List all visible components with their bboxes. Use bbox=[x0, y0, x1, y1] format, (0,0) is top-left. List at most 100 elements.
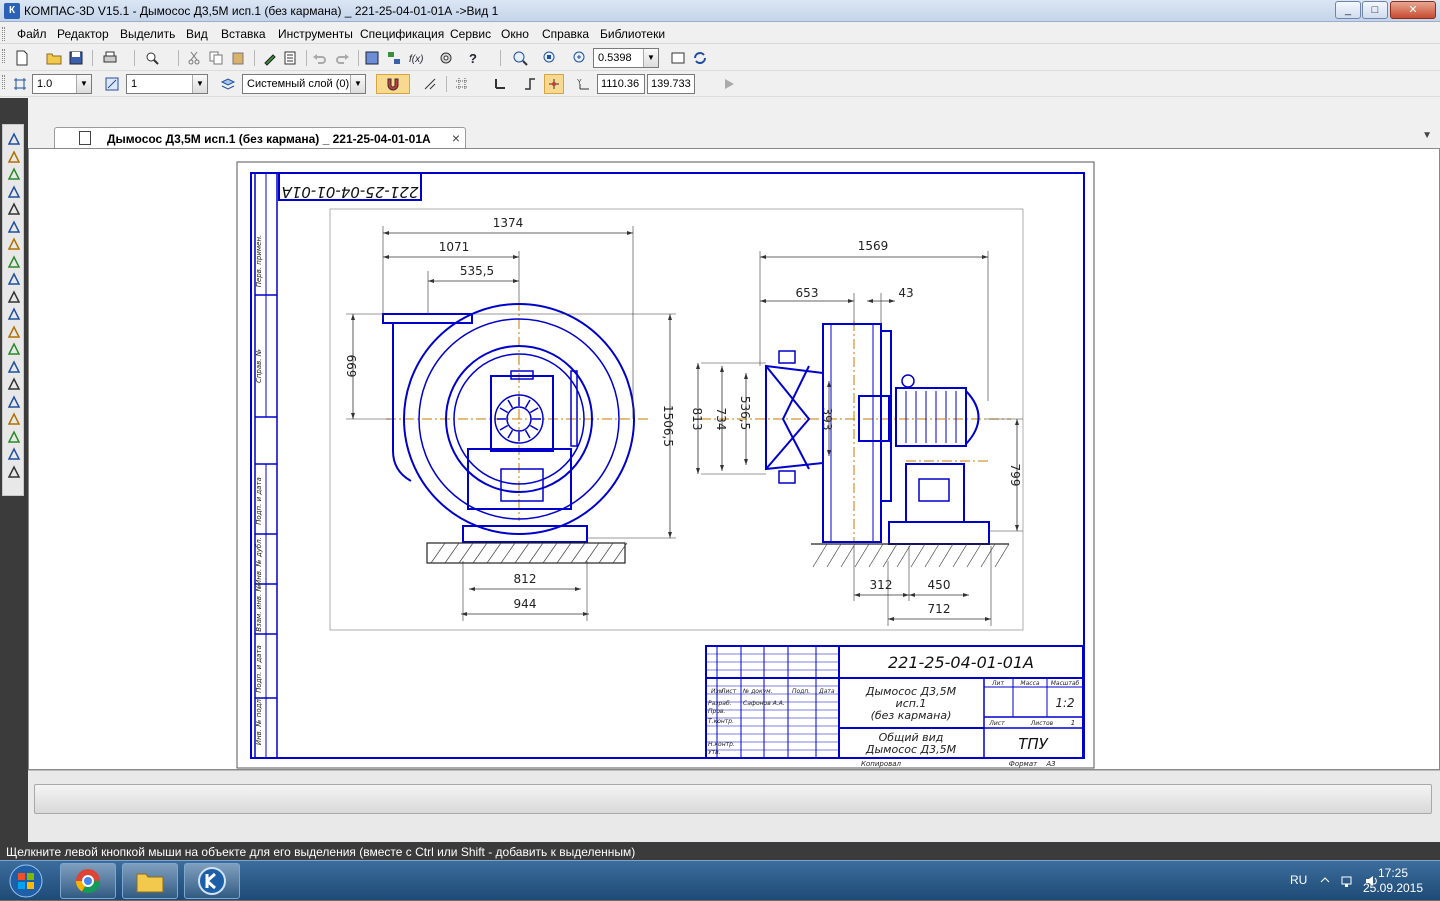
document-tab[interactable]: Дымосос Д3,5М исп.1 (без кармана) _ 221-… bbox=[54, 127, 466, 148]
properties-button[interactable] bbox=[260, 48, 280, 68]
help-button[interactable]: ? bbox=[464, 48, 484, 68]
ortho-button[interactable] bbox=[420, 74, 440, 94]
measure-tool-button[interactable] bbox=[5, 236, 22, 252]
coord-y-field[interactable]: 139.733 bbox=[647, 74, 695, 94]
language-indicator[interactable]: RU bbox=[1290, 873, 1307, 887]
layer-dropdown-icon[interactable]: ▼ bbox=[350, 75, 365, 93]
print-button[interactable] bbox=[100, 48, 120, 68]
function-button[interactable]: f(x) bbox=[406, 48, 426, 68]
tab-list-icon[interactable]: ▼ bbox=[1422, 130, 1432, 141]
refresh-icon bbox=[694, 52, 706, 64]
parametric-tool-button[interactable] bbox=[5, 219, 22, 235]
angle-combo[interactable]: 1 ▼ bbox=[126, 74, 208, 94]
save-button[interactable] bbox=[66, 48, 86, 68]
layer-combo[interactable]: Системный слой (0) ▼ bbox=[242, 74, 366, 94]
menu-9[interactable]: Окно bbox=[501, 27, 529, 41]
extra-state-button[interactable] bbox=[720, 74, 740, 94]
coord-x-field[interactable]: 1110.36 bbox=[597, 74, 645, 94]
dimension-tool-button[interactable] bbox=[5, 166, 22, 182]
open-folder-icon bbox=[46, 53, 62, 65]
network-icon[interactable] bbox=[1340, 873, 1356, 889]
copy-button[interactable] bbox=[206, 48, 226, 68]
dropdown-arrow-icon[interactable]: ▼ bbox=[643, 49, 658, 67]
menu-11[interactable]: Библиотеки bbox=[600, 27, 665, 41]
margin-label-2: Справ. № bbox=[255, 349, 263, 383]
bezier-tool-button[interactable] bbox=[5, 446, 22, 462]
zoom-window-button[interactable] bbox=[510, 48, 530, 68]
view-tool-button[interactable] bbox=[5, 324, 22, 340]
drawing-canvas[interactable]: Перв. примен. Справ. № Подп. и дата Инв. № … bbox=[28, 148, 1440, 770]
command-input-bar[interactable] bbox=[34, 784, 1432, 814]
show-hidden-icons-icon[interactable] bbox=[1320, 875, 1330, 885]
snap-grid-button[interactable] bbox=[10, 74, 30, 94]
step-combo[interactable]: 1.0 ▼ bbox=[32, 74, 92, 94]
new-document-button[interactable] bbox=[12, 48, 32, 68]
manager-button[interactable] bbox=[362, 48, 382, 68]
status-message: Щелкните левой кнопкой мыши на объекте д… bbox=[6, 845, 636, 859]
drawing-sheet[interactable]: Перв. примен. Справ. № Подп. и дата Инв. № … bbox=[29, 149, 1439, 769]
layer-tool-button[interactable] bbox=[5, 464, 22, 480]
library-button[interactable] bbox=[436, 48, 456, 68]
menu-1[interactable]: Файл bbox=[17, 27, 47, 41]
taskbar-chrome[interactable] bbox=[60, 863, 116, 899]
polyline-tool-button[interactable] bbox=[5, 411, 22, 427]
cut-button[interactable] bbox=[184, 48, 204, 68]
state-toolbar-grip[interactable] bbox=[2, 75, 5, 89]
edit-tool-button[interactable] bbox=[5, 201, 22, 217]
menu-2[interactable]: Редактор bbox=[57, 27, 109, 41]
grid-button[interactable] bbox=[452, 74, 472, 94]
local-cs-button[interactable] bbox=[490, 74, 510, 94]
menu-3[interactable]: Выделить bbox=[120, 27, 175, 41]
selection-tool-button[interactable] bbox=[5, 254, 22, 270]
select-tool-button[interactable] bbox=[5, 131, 22, 147]
minimize-button[interactable]: _ bbox=[1335, 1, 1361, 19]
clock[interactable]: 17:25 25.09.2015 bbox=[1358, 866, 1428, 896]
menu-grip[interactable] bbox=[2, 27, 5, 41]
menu-4[interactable]: Вид bbox=[186, 27, 208, 41]
close-button[interactable]: ✕ bbox=[1390, 1, 1436, 19]
arc-tool-button[interactable] bbox=[5, 394, 22, 410]
paste-button[interactable] bbox=[228, 48, 248, 68]
angle-dropdown-icon[interactable]: ▼ bbox=[192, 75, 207, 93]
step-dropdown-icon[interactable]: ▼ bbox=[76, 75, 91, 93]
zoom-all-button[interactable] bbox=[540, 48, 560, 68]
preview-button[interactable] bbox=[142, 48, 162, 68]
taskbar-kompas[interactable] bbox=[184, 863, 240, 899]
tab-close-icon[interactable]: × bbox=[452, 130, 460, 146]
spec-tool-button[interactable] bbox=[5, 271, 22, 287]
menu-5[interactable]: Вставка bbox=[221, 27, 266, 41]
pan-button[interactable] bbox=[668, 48, 688, 68]
specification-button[interactable] bbox=[280, 48, 300, 68]
redo-button[interactable] bbox=[332, 48, 352, 68]
toolbar-grip[interactable] bbox=[2, 49, 5, 63]
undo-button[interactable] bbox=[310, 48, 330, 68]
fragment-tool-button[interactable] bbox=[5, 341, 22, 357]
taskbar-explorer[interactable] bbox=[122, 863, 178, 899]
maximize-button[interactable]: □ bbox=[1362, 1, 1388, 19]
menu-7[interactable]: Спецификация bbox=[360, 27, 444, 41]
zoom-in-button[interactable] bbox=[570, 48, 590, 68]
coord-x-button[interactable]: Y bbox=[574, 74, 594, 94]
notation-tool-button[interactable] bbox=[5, 184, 22, 200]
open-button[interactable] bbox=[44, 48, 64, 68]
zoom-combo[interactable]: 0.5398 ▼ bbox=[593, 48, 659, 68]
variables-button[interactable] bbox=[384, 48, 404, 68]
menu-10[interactable]: Справка bbox=[542, 27, 589, 41]
layer-state-button[interactable] bbox=[218, 74, 238, 94]
hatch-tool-button[interactable] bbox=[5, 429, 22, 445]
menu-6[interactable]: Инструменты bbox=[278, 27, 353, 41]
cursor-snap-button[interactable] bbox=[544, 74, 564, 94]
refresh-button[interactable] bbox=[690, 48, 710, 68]
snap-button[interactable] bbox=[376, 74, 410, 94]
insert-tool-button[interactable] bbox=[5, 306, 22, 322]
brush-icon bbox=[264, 54, 276, 66]
angle-step-button[interactable] bbox=[102, 74, 122, 94]
tb-header-lit: Лит bbox=[991, 680, 1004, 687]
geometry-tool-button[interactable] bbox=[5, 149, 22, 165]
start-button[interactable] bbox=[4, 862, 48, 900]
round-button[interactable] bbox=[520, 74, 540, 94]
menu-8[interactable]: Сервис bbox=[450, 27, 491, 41]
line-tool-button[interactable] bbox=[5, 359, 22, 375]
report-tool-button[interactable] bbox=[5, 289, 22, 305]
circle-tool-button[interactable] bbox=[5, 376, 22, 392]
